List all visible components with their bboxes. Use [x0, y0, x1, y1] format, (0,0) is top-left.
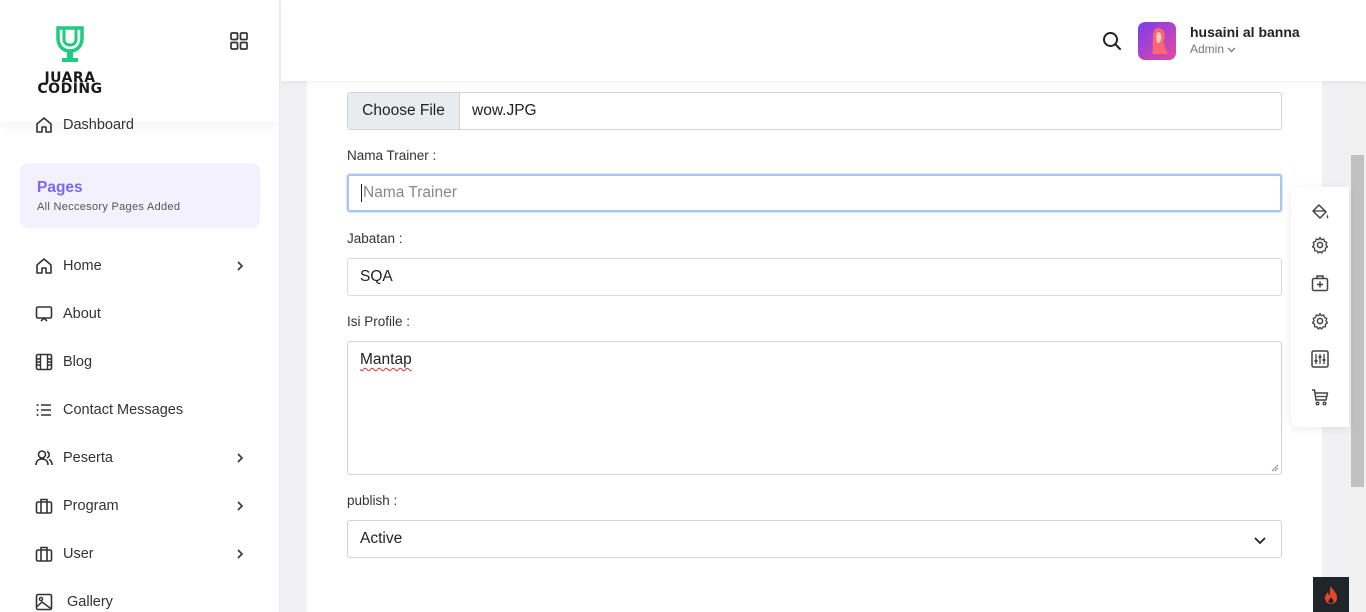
chevron-right-icon — [234, 547, 246, 561]
isi-profile-value: Mantap — [360, 351, 412, 368]
sidebar-item-user[interactable]: User — [34, 542, 250, 566]
users-icon — [34, 448, 54, 468]
pages-section: Pages All Neccesory Pages Added — [20, 163, 260, 228]
user-role-label: Admin — [1190, 42, 1225, 56]
chevron-down-icon — [1254, 537, 1266, 545]
juara-coding-logo[interactable]: JUARA CODING — [34, 26, 106, 97]
sidebar-item-contact-messages[interactable]: Contact Messages — [34, 398, 250, 422]
jabatan-input[interactable]: SQA — [347, 258, 1282, 296]
sidebar-item-label: Program — [63, 498, 119, 514]
publish-select[interactable]: Active — [347, 520, 1282, 558]
chevron-down-icon — [1227, 47, 1236, 53]
user-name[interactable]: husaini al banna — [1190, 24, 1300, 40]
sidebar-item-label: User — [63, 546, 94, 562]
isi-profile-label: Isi Profile : — [347, 314, 411, 329]
briefcase-icon — [34, 544, 54, 564]
sidebar-item-label: Contact Messages — [63, 402, 184, 418]
text-caret — [361, 184, 362, 202]
cart-icon[interactable] — [1310, 387, 1330, 407]
grid-menu-icon[interactable] — [229, 31, 249, 51]
list-icon — [34, 400, 54, 420]
chevron-right-icon — [234, 451, 246, 465]
sidebar-item-label: Home — [63, 258, 102, 274]
sidebar-item-label: About — [63, 306, 101, 322]
sliders-icon[interactable] — [1310, 349, 1330, 369]
logo-line-2: CODING — [37, 81, 103, 97]
gear-icon[interactable] — [1310, 311, 1330, 331]
file-name: wow.JPG — [472, 102, 537, 119]
paint-bucket-icon[interactable] — [1310, 201, 1330, 221]
floating-tool-panel — [1291, 187, 1349, 427]
film-icon — [34, 352, 54, 372]
sidebar-item-program[interactable]: Program — [34, 494, 250, 518]
pages-title: Pages — [37, 179, 83, 196]
sidebar-item-home[interactable]: Home — [34, 254, 250, 278]
medical-case-icon[interactable] — [1310, 273, 1330, 293]
avatar[interactable] — [1138, 22, 1176, 60]
choose-file-button[interactable]: Choose File — [348, 93, 460, 129]
jabatan-value: SQA — [360, 268, 393, 285]
monitor-icon — [34, 304, 54, 324]
sidebar-item-label: Peserta — [63, 450, 113, 466]
sidebar-item-dashboard[interactable]: Dashboard — [34, 113, 250, 137]
nama-trainer-label: Nama Trainer : — [347, 148, 437, 163]
publish-selected-value: Active — [360, 530, 403, 547]
nama-trainer-input[interactable]: Nama Trainer — [347, 174, 1282, 212]
sidebar-item-label: Gallery — [67, 594, 113, 610]
fire-icon — [1325, 585, 1337, 604]
gear-icon[interactable] — [1310, 235, 1330, 255]
jabatan-label: Jabatan : — [347, 231, 403, 246]
sidebar-item-about[interactable]: About — [34, 302, 250, 326]
publish-label: publish : — [347, 493, 398, 508]
sidebar-item-label: Dashboard — [63, 117, 134, 133]
scrollbar-thumb[interactable] — [1351, 155, 1364, 487]
file-input[interactable]: Choose File wow.JPG — [347, 92, 1282, 130]
sidebar-item-gallery[interactable]: Gallery — [34, 590, 250, 612]
chevron-right-icon — [234, 259, 246, 273]
sidebar-item-label: Blog — [63, 354, 93, 370]
image-icon — [34, 592, 54, 612]
resize-grip-icon[interactable] — [1271, 464, 1279, 472]
home-icon — [34, 256, 54, 276]
home-icon — [34, 115, 54, 135]
chevron-right-icon — [234, 499, 246, 513]
search-icon[interactable] — [1101, 30, 1123, 52]
sidebar: JUARA CODING Dashboard Pages All Necceso… — [0, 0, 280, 612]
isi-profile-textarea[interactable]: Mantap — [347, 341, 1282, 475]
briefcase-icon — [34, 496, 54, 516]
pages-subtitle: All Neccesory Pages Added — [37, 201, 181, 213]
nama-trainer-placeholder: Nama Trainer — [363, 184, 457, 201]
user-role-dropdown[interactable]: Admin — [1190, 42, 1236, 56]
sidebar-item-blog[interactable]: Blog — [34, 350, 250, 374]
top-header: husaini al banna Admin — [281, 0, 1366, 81]
sidebar-item-peserta[interactable]: Peserta — [34, 446, 250, 470]
logo-area: JUARA CODING — [0, 0, 279, 122]
fire-button[interactable] — [1313, 577, 1349, 612]
trophy-logo-icon — [56, 26, 84, 62]
